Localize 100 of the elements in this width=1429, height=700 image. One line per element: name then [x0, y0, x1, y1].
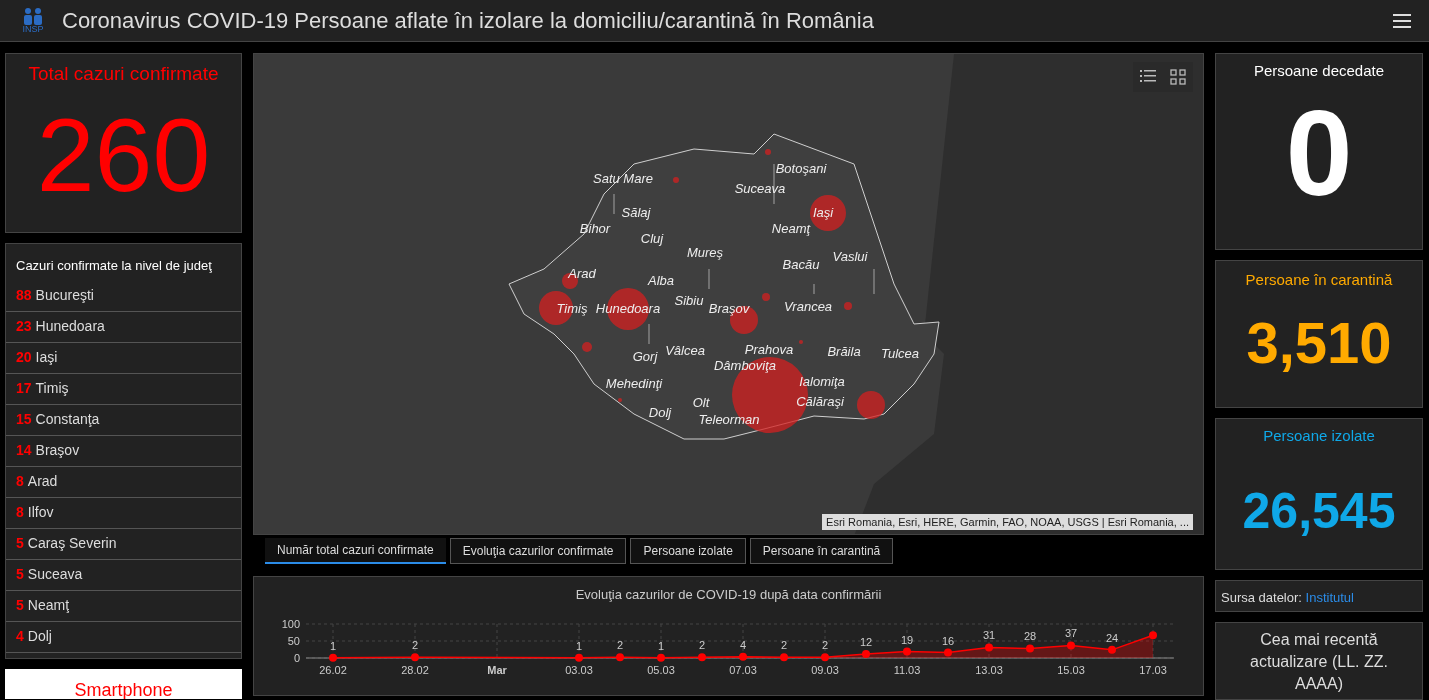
list-title: Cazuri confirmate la nivel de judeţ [15, 257, 213, 275]
card-title: Total cazuri confirmate [28, 62, 219, 86]
county-name: Iaşi [35, 348, 58, 367]
data-point [821, 652, 829, 661]
x-tick-label: 11.03 [893, 663, 921, 676]
case-count: 88 [16, 286, 32, 305]
case-count: 5 [16, 534, 24, 553]
county-label: Dâmboviţa [713, 357, 777, 376]
tab[interactable]: Persoane în carantină [749, 538, 894, 564]
tab[interactable]: Număr total cazuri confirmate [265, 538, 446, 564]
list-item[interactable]: 5 Suceava [6, 559, 241, 591]
case-count: 20 [16, 348, 32, 367]
county-name: Braşov [35, 441, 80, 460]
tab[interactable]: Evoluţia cazurilor confirmate [449, 538, 627, 564]
data-point [575, 653, 583, 662]
list-item[interactable]: 14 Braşov [6, 435, 241, 467]
list-item[interactable]: 17 Timiş [6, 373, 241, 405]
card-title: Persoane izolate [1263, 426, 1375, 446]
county-label: Hunedoara [595, 300, 661, 319]
list-item[interactable]: 5 Caraş Severin [6, 528, 241, 560]
logo-text: INSP [22, 25, 44, 34]
case-count: 4 [16, 627, 24, 646]
x-tick-label: 15.03 [1057, 663, 1085, 676]
county-name: Arad [27, 472, 58, 491]
card-title: Persoane în carantină [1245, 270, 1393, 290]
case-bubble [673, 177, 679, 183]
county-name: Suceava [27, 565, 83, 584]
case-count: 5 [16, 565, 24, 584]
source-text: Sursa datelor: Institutul [1221, 589, 1355, 607]
y-tick-label: 50 [287, 634, 300, 647]
data-point [329, 653, 337, 662]
case-bubble [857, 391, 885, 419]
county-label: Botoşani [775, 160, 827, 179]
case-count: 15 [16, 410, 32, 429]
list-item[interactable]: 5 Neamţ [6, 590, 241, 622]
case-count: 8 [16, 503, 24, 522]
stat-value: 0 [1285, 92, 1353, 213]
smartphone-button[interactable]: Smartphone [5, 669, 242, 699]
x-tick-label: 05.03 [647, 663, 675, 676]
data-point [411, 652, 419, 661]
total-value: 260 [36, 102, 211, 207]
y-tick-label: 0 [293, 651, 300, 664]
county-label: Sibiu [674, 292, 704, 311]
menu-icon[interactable] [1393, 12, 1411, 29]
list-item[interactable]: 23 Hunedoara [6, 311, 241, 343]
county-label: Arad [568, 265, 596, 284]
data-point [657, 653, 665, 662]
case-bubble [765, 149, 771, 155]
card-title: Persoane decedate [1253, 61, 1385, 81]
x-tick-label: 03.03 [565, 663, 593, 676]
county-name: Constanţa [35, 410, 100, 429]
tab[interactable]: Persoane izolate [630, 538, 746, 564]
county-label: Brăila [827, 343, 861, 362]
case-count: 8 [16, 472, 24, 491]
data-point [780, 652, 788, 661]
y-tick-label: 100 [281, 617, 300, 630]
data-label: 16 [941, 634, 955, 647]
data-label: 2 [411, 638, 419, 651]
x-tick-label: 13.03 [975, 663, 1003, 676]
county-name: Hunedoara [35, 317, 105, 336]
county-label: Sălaj [621, 204, 651, 223]
case-bubble [844, 302, 852, 310]
county-label: Bacău [782, 256, 820, 275]
county-name: Neamţ [27, 596, 70, 615]
data-point [985, 642, 993, 651]
county-name: Bucureşti [35, 286, 94, 305]
list-item[interactable]: 15 Constanţa [6, 404, 241, 436]
county-name: Ilfov [27, 503, 54, 522]
data-point [1067, 640, 1075, 649]
data-point [1149, 630, 1157, 639]
county-label: Vaslui [832, 248, 868, 267]
list-item[interactable]: 8 Ilfov [6, 497, 241, 529]
list-item[interactable]: 88 Bucureşti [6, 280, 241, 312]
data-point [739, 652, 747, 661]
data-point [862, 649, 870, 658]
source-link[interactable]: Institutul [1305, 590, 1354, 605]
county-label: Olt [692, 394, 710, 413]
list-item[interactable]: 20 Iaşi [6, 342, 241, 374]
county-label: Gorj [632, 348, 658, 367]
x-tick-label: 09.03 [811, 663, 839, 676]
list-item[interactable]: 4 Dolj [6, 621, 241, 653]
grid-icon[interactable] [1170, 69, 1186, 85]
data-label: 2 [821, 638, 829, 651]
data-point [944, 648, 952, 657]
data-label: 2 [698, 638, 706, 651]
data-label: 1 [657, 639, 665, 652]
county-label: Cluj [640, 230, 664, 249]
case-count: 14 [16, 441, 32, 460]
case-count: 5 [16, 596, 24, 615]
county-name: Caraş Severin [27, 534, 117, 553]
update-text: Cea mai recentă actualizare (LL. ZZ. AAAA) [1249, 629, 1389, 694]
data-label: 1 [575, 639, 583, 652]
data-label: 28 [1023, 630, 1037, 642]
list-item[interactable]: 8 Arad [6, 466, 241, 498]
county-label: Timiş [556, 300, 588, 319]
page-title: Coronavirus COVID-19 Persoane aflate în izolare la domiciliu/carantină în România [62, 7, 875, 35]
data-point [1108, 645, 1116, 654]
data-label: 4 [739, 638, 747, 651]
list-icon[interactable] [1140, 69, 1156, 83]
county-label: Dolj [648, 404, 672, 423]
